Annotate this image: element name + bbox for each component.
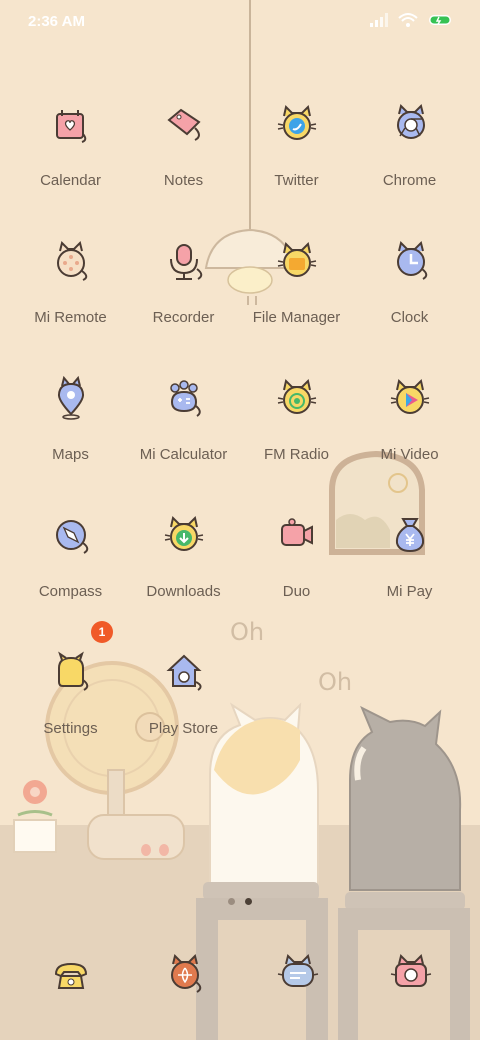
- messages-icon: [277, 954, 319, 987]
- chrome-icon: [381, 96, 439, 154]
- app-label: Duo: [282, 583, 311, 600]
- dock-camera[interactable]: [380, 945, 440, 1005]
- app-label: Downloads: [146, 583, 221, 600]
- battery-icon: [429, 15, 451, 25]
- app-mi-video[interactable]: Mi Video: [353, 370, 466, 480]
- dock-phone[interactable]: [41, 945, 101, 1005]
- app-label: Play Store: [148, 720, 219, 737]
- app-compass[interactable]: Compass: [14, 507, 127, 617]
- wallpaper-oh-1: Oh: [230, 618, 264, 646]
- app-label: Recorder: [152, 309, 215, 326]
- settings-icon: [42, 644, 100, 702]
- recorder-icon: [155, 233, 213, 291]
- twitter-icon: [268, 96, 326, 154]
- calculator-icon: [155, 370, 213, 428]
- status-time: 2:36 AM: [28, 13, 85, 30]
- video-camera-icon: [268, 507, 326, 565]
- camera-icon: [390, 954, 432, 987]
- status-bar: 2:36 AM: [0, 0, 480, 44]
- app-label: Twitter: [274, 172, 319, 189]
- video-play-icon: [381, 370, 439, 428]
- app-label: Notes: [163, 172, 204, 189]
- app-clock[interactable]: Clock: [353, 233, 466, 343]
- map-pin-icon: [42, 370, 100, 428]
- dock-browser[interactable]: [154, 945, 214, 1005]
- app-label: Mi Remote: [34, 309, 107, 326]
- browser-icon: [171, 954, 202, 993]
- app-duo[interactable]: Duo: [240, 507, 353, 617]
- app-maps[interactable]: Maps: [14, 370, 127, 480]
- app-label: Mi Video: [380, 446, 439, 463]
- page-dot[interactable]: [228, 898, 235, 905]
- app-recorder[interactable]: Recorder: [127, 233, 240, 343]
- signal-icon: [370, 13, 388, 27]
- remote-icon: [42, 233, 100, 291]
- page-indicator: [228, 898, 252, 905]
- app-notes[interactable]: Notes: [127, 96, 240, 206]
- app-play-store[interactable]: Play Store: [127, 644, 240, 754]
- app-label: Settings: [43, 720, 98, 737]
- app-label: Calendar: [40, 172, 101, 189]
- radio-icon: [268, 370, 326, 428]
- notification-badge: 1: [91, 621, 113, 643]
- app-label: File Manager: [252, 309, 341, 326]
- app-label: Clock: [390, 309, 429, 326]
- page-dot-active[interactable]: [245, 898, 252, 905]
- app-mi-calculator[interactable]: Mi Calculator: [127, 370, 240, 480]
- download-icon: [155, 507, 213, 565]
- wifi-icon: [398, 13, 418, 27]
- money-bag-icon: [381, 507, 439, 565]
- app-calendar[interactable]: Calendar: [14, 96, 127, 206]
- app-label: Compass: [38, 583, 103, 600]
- calendar-icon: [42, 96, 100, 154]
- app-mi-pay[interactable]: Mi Pay: [353, 507, 466, 617]
- app-label: Chrome: [382, 172, 437, 189]
- notes-icon: [155, 96, 213, 154]
- app-label: Maps: [52, 446, 89, 463]
- folder-icon: [268, 233, 326, 291]
- phone-icon: [54, 962, 88, 989]
- app-fm-radio[interactable]: FM Radio: [240, 370, 353, 480]
- app-label: Mi Calculator: [139, 446, 228, 463]
- play-store-icon: [155, 644, 213, 702]
- dock-messages[interactable]: [267, 945, 327, 1005]
- app-mi-remote[interactable]: Mi Remote: [14, 233, 127, 343]
- wallpaper-oh-2: Oh: [318, 668, 352, 696]
- compass-icon: [42, 507, 100, 565]
- app-settings[interactable]: Settings: [14, 644, 127, 754]
- app-label: Mi Pay: [386, 583, 433, 600]
- clock-icon: [381, 233, 439, 291]
- app-downloads[interactable]: Downloads: [127, 507, 240, 617]
- app-label: FM Radio: [263, 446, 330, 463]
- app-twitter[interactable]: Twitter: [240, 96, 353, 206]
- app-chrome[interactable]: Chrome: [353, 96, 466, 206]
- app-file-manager[interactable]: File Manager: [240, 233, 353, 343]
- status-icons: [370, 12, 454, 28]
